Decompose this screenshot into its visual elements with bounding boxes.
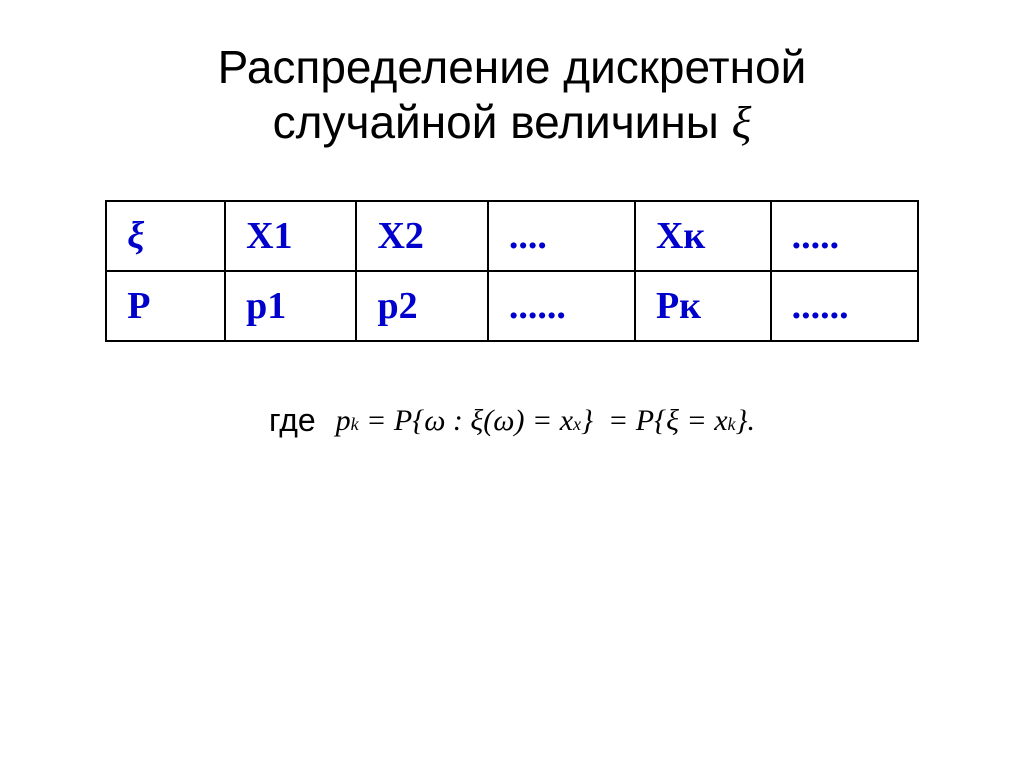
cell-r2c1: P: [106, 271, 225, 341]
cell-r1c1: ξ: [106, 201, 225, 271]
cell-r1c4: ....: [488, 201, 635, 271]
cell-r1c5: Xк: [635, 201, 771, 271]
title-line2: случайной величины ξ: [218, 95, 807, 150]
cell-r1c2: X1: [225, 201, 356, 271]
formula-label: где: [269, 402, 316, 439]
table: ξ X1 X2 .... Xк ..... P p1 p2 ...... Рк …: [105, 200, 919, 342]
cell-r2c2: p1: [225, 271, 356, 341]
cell-r2c4: ......: [488, 271, 635, 341]
cell-r2c5: Рк: [635, 271, 771, 341]
distribution-table: ξ X1 X2 .... Xк ..... P p1 p2 ...... Рк …: [60, 200, 964, 342]
table-row-prob: P p1 p2 ...... Рк ......: [106, 271, 918, 341]
title-xi-symbol: ξ: [732, 97, 752, 148]
cell-r1c6: .....: [771, 201, 918, 271]
cell-r2c6: ......: [771, 271, 918, 341]
title-line1: Распределение дискретной: [218, 40, 807, 95]
cell-r2c3: p2: [356, 271, 487, 341]
formula-expression: pk = P{ω : ξ(ω) = xx} = P{ξ = xk}.: [336, 404, 755, 438]
table-row-header: ξ X1 X2 .... Xк .....: [106, 201, 918, 271]
cell-r1c3: X2: [356, 201, 487, 271]
formula-section: где pk = P{ω : ξ(ω) = xx} = P{ξ = xk}.: [60, 402, 964, 439]
slide-title: Распределение дискретной случайной велич…: [218, 40, 807, 150]
